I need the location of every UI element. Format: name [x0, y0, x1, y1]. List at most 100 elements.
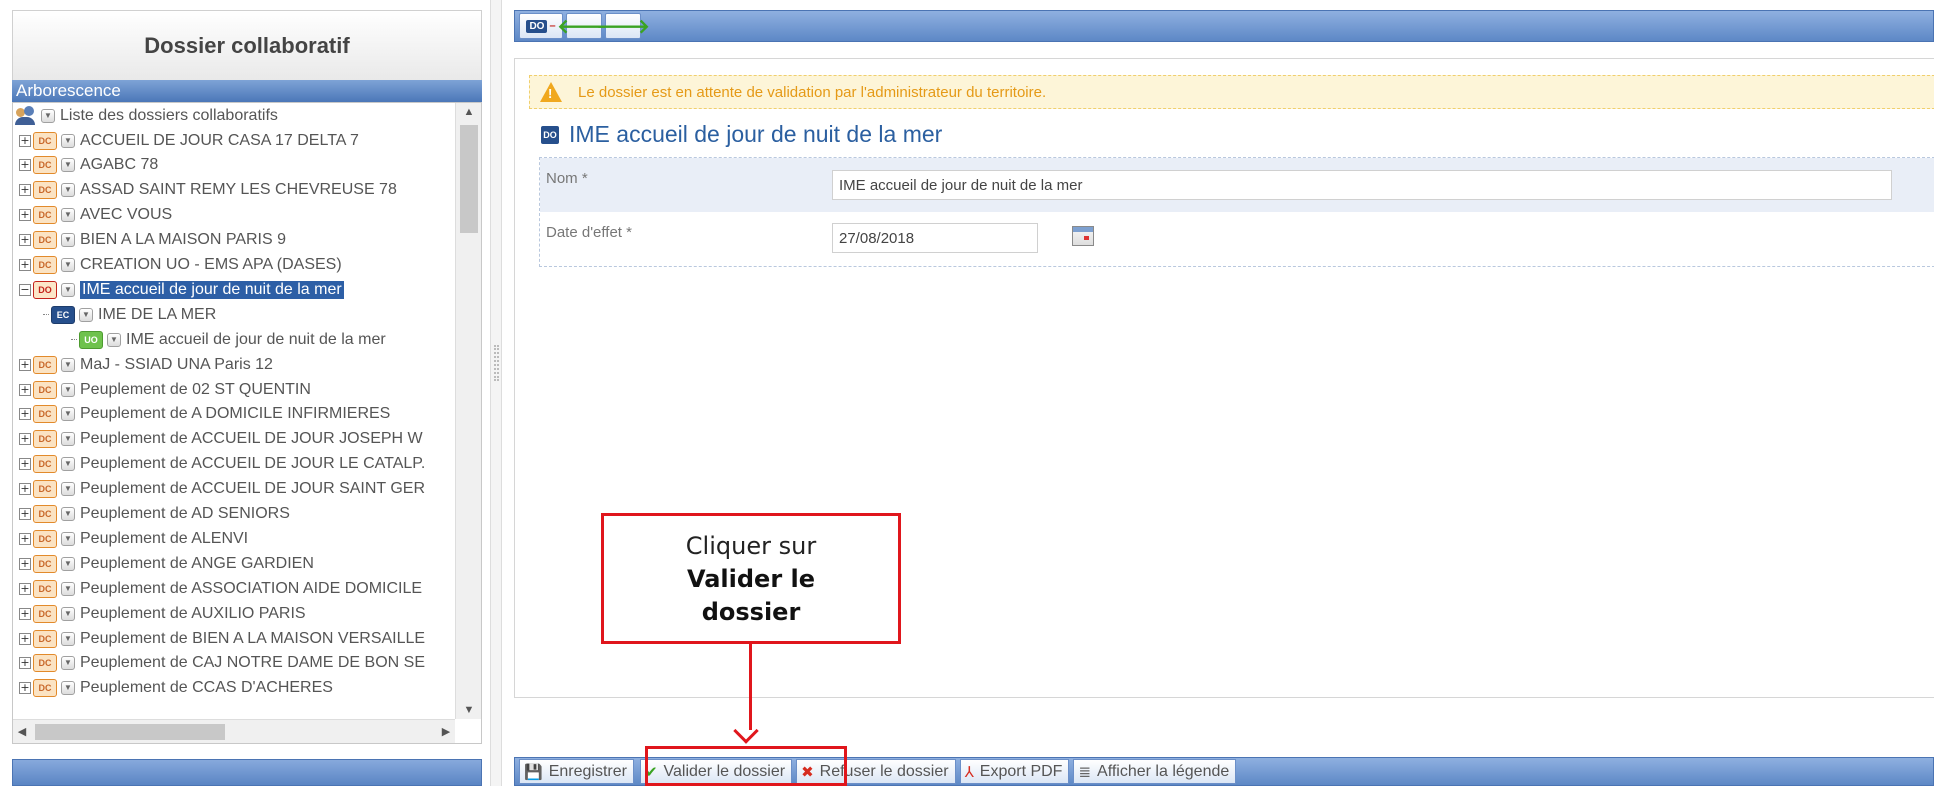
tree-item[interactable]: + DC ▼ Peuplement de ACCUEIL DE JOUR SAINT …	[19, 477, 425, 502]
expand-icon[interactable]: +	[19, 408, 31, 421]
tree-item[interactable]: + DC ▼ AGABC 78	[19, 153, 158, 178]
tree-item[interactable]: + DC ▼ Peuplement de CAJ NOTRE DAME DE BON …	[19, 651, 425, 676]
dropdown-icon[interactable]: ▼	[61, 556, 75, 571]
tree-item[interactable]: + DC ▼ Peuplement de 02 ST QUENTIN	[19, 377, 311, 402]
save-button[interactable]: 💾 Enregistrer	[519, 759, 634, 784]
dropdown-icon[interactable]: ▼	[61, 208, 75, 223]
scroll-left-icon[interactable]: ◀	[13, 720, 31, 744]
scroll-down-icon[interactable]: ▼	[456, 701, 482, 719]
dropdown-icon[interactable]: ▼	[41, 108, 55, 123]
dropdown-icon[interactable]: ▼	[61, 382, 75, 397]
tree-root[interactable]: ▼ Liste des dossiers collaboratifs	[15, 103, 278, 128]
save-label: Enregistrer	[548, 762, 627, 780]
expand-icon[interactable]: +	[19, 134, 31, 147]
horizontal-scrollbar[interactable]: ◀ ▶	[13, 719, 455, 743]
tree-item[interactable]: UO ▼ IME accueil de jour de nuit de la mer	[71, 327, 386, 352]
dropdown-icon[interactable]: ▼	[61, 133, 75, 148]
expand-icon[interactable]: +	[19, 358, 31, 371]
expand-icon[interactable]: +	[19, 532, 31, 545]
tree-item[interactable]: + DC ▼ BIEN A LA MAISON PARIS 9	[19, 228, 286, 253]
expand-icon[interactable]: +	[19, 234, 31, 247]
collapse-icon[interactable]: −	[19, 283, 31, 296]
scroll-thumb[interactable]	[460, 125, 478, 233]
expand-icon[interactable]: +	[19, 632, 31, 645]
tree-item[interactable]: + DC ▼ ACCUEIL DE JOUR CASA 17 DELTA 7	[19, 128, 359, 153]
tree-item[interactable]: + DC ▼ MaJ - SSIAD UNA Paris 12	[19, 352, 273, 377]
tree-item[interactable]: EC ▼ IME DE LA MER	[43, 302, 216, 327]
tree-item[interactable]: + DC ▼ Peuplement de ACCUEIL DE JOUR JOSEPH…	[19, 427, 423, 452]
dropdown-icon[interactable]: ▼	[61, 258, 75, 272]
dropdown-icon[interactable]: ▼	[61, 531, 75, 546]
scroll-up-icon[interactable]: ▲	[456, 103, 482, 121]
tree-item[interactable]: + DC ▼ Peuplement de ACCUEIL DE JOUR LE CAT…	[19, 452, 425, 477]
dropdown-icon[interactable]: ▼	[61, 631, 75, 646]
tree-item[interactable]: + DC ▼ Peuplement de AUXILIO PARIS	[19, 601, 306, 626]
dropdown-icon[interactable]: ▼	[61, 656, 75, 671]
dropdown-icon[interactable]: ▼	[107, 332, 121, 347]
tree-item[interactable]: + DC ▼ AVEC VOUS	[19, 203, 172, 228]
nom-input[interactable]	[832, 170, 1892, 200]
tree-item[interactable]: + DC ▼ Peuplement de ASSOCIATION AIDE DOMIC…	[19, 576, 422, 601]
expand-icon[interactable]: +	[19, 557, 31, 570]
scroll-thumb[interactable]	[35, 724, 225, 740]
panel-splitter[interactable]	[490, 0, 502, 786]
floppy-icon: 💾	[524, 762, 543, 781]
expand-icon[interactable]: +	[19, 159, 31, 172]
tree-item[interactable]: + DC ▼ Peuplement de ANGE GARDIEN	[19, 551, 314, 576]
dropdown-icon[interactable]: ▼	[61, 432, 75, 447]
dropdown-icon[interactable]: ▼	[61, 507, 75, 521]
expand-icon[interactable]: +	[19, 209, 31, 222]
expand-icon[interactable]: +	[19, 582, 31, 595]
tree-item-label: Peuplement de ALENVI	[80, 529, 249, 547]
date-input[interactable]	[832, 223, 1038, 253]
expand-icon[interactable]: +	[19, 184, 31, 197]
calendar-icon[interactable]	[1072, 226, 1094, 246]
expand-icon[interactable]: +	[19, 433, 31, 446]
dropdown-icon[interactable]: ▼	[61, 482, 75, 497]
splitter-grip[interactable]	[494, 345, 499, 381]
tree-item[interactable]: − DO ▼ IME accueil de jour de nuit de la me…	[19, 277, 344, 302]
dropdown-icon[interactable]: ▼	[79, 307, 93, 322]
tree-item[interactable]: + DC ▼ Peuplement de CCAS D'ACHERES	[19, 676, 333, 701]
expand-icon[interactable]: +	[19, 508, 31, 520]
expand-icon[interactable]: +	[19, 607, 31, 620]
dropdown-icon[interactable]: ▼	[61, 681, 75, 696]
dropdown-icon[interactable]: ▼	[61, 282, 75, 297]
page-title-text: IME accueil de jour de nuit de la mer	[569, 121, 943, 147]
dropdown-icon[interactable]: ▼	[61, 581, 75, 596]
tree-item[interactable]: + DC ▼ CREATION UO - EMS APA (DASES)	[19, 253, 342, 278]
expand-icon[interactable]: +	[19, 682, 31, 695]
expand-icon[interactable]: +	[19, 259, 31, 271]
refuse-button[interactable]: ✖ Refuser le dossier	[796, 759, 956, 784]
tree-item[interactable]: + DC ▼ Peuplement de AD SENIORS	[19, 502, 290, 527]
dropdown-icon[interactable]: ▼	[61, 183, 75, 198]
nom-label: Nom *	[546, 170, 588, 187]
folder-dc-icon: DC	[33, 480, 57, 499]
legend-button[interactable]: ≣ Afficher la légende	[1073, 759, 1237, 784]
tree-item[interactable]: + DC ▼ ASSAD SAINT REMY LES CHEVREUSE 78	[19, 178, 397, 203]
expand-icon[interactable]: +	[19, 458, 31, 471]
warning-banner: Le dossier est en attente de validation …	[529, 75, 1934, 109]
tree-item[interactable]: + DC ▼ Peuplement de A DOMICILE INFIRMIERES	[19, 402, 390, 427]
expand-icon[interactable]: +	[19, 483, 31, 496]
tree-item[interactable]: + DC ▼ Peuplement de BIEN A LA MAISON VERSA…	[19, 626, 425, 651]
expand-icon[interactable]: +	[19, 383, 31, 396]
validate-button[interactable]: ✔ Valider le dossier	[639, 759, 793, 784]
dropdown-icon[interactable]: ▼	[61, 407, 75, 422]
tree-item[interactable]: + DC ▼ Peuplement de ALENVI	[19, 526, 248, 551]
expand-icon[interactable]: +	[19, 657, 31, 670]
dropdown-icon[interactable]: ▼	[61, 233, 75, 248]
dropdown-icon[interactable]: ▼	[61, 158, 75, 173]
vertical-scrollbar[interactable]: ▲ ▼	[455, 103, 481, 719]
forward-button[interactable]: 🡒	[596, 13, 650, 39]
tree-item-label: CREATION UO - EMS APA (DASES)	[80, 256, 342, 273]
tree-title: Arborescence	[12, 80, 482, 102]
tree-item-label: BIEN A LA MAISON PARIS 9	[80, 231, 287, 249]
dropdown-icon[interactable]: ▼	[61, 606, 75, 621]
folder-dc-icon: DC	[33, 256, 57, 274]
tree-item-label: Peuplement de ACCUEIL DE JOUR JOSEPH W	[80, 430, 423, 448]
export-pdf-button[interactable]: ⅄ Export PDF	[959, 759, 1070, 784]
dropdown-icon[interactable]: ▼	[61, 357, 75, 372]
dropdown-icon[interactable]: ▼	[61, 457, 75, 472]
scroll-right-icon[interactable]: ▶	[437, 720, 455, 744]
